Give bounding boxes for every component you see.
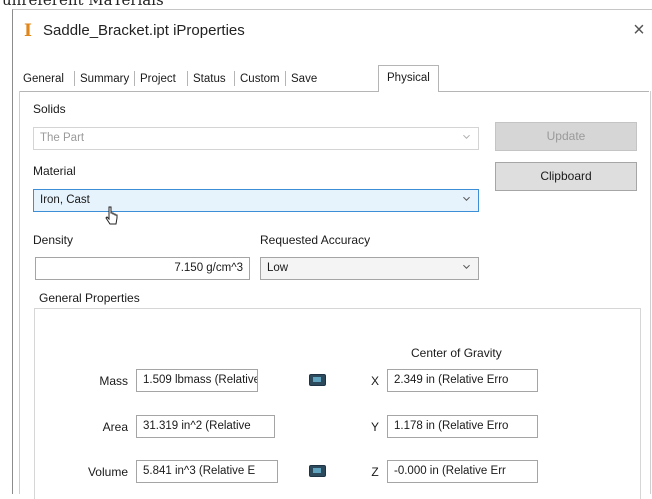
tab-status[interactable]: Status	[189, 69, 230, 89]
tab-divider	[285, 71, 286, 86]
inventor-part-icon: I	[24, 21, 32, 41]
mass-value: 1.509 lbmass (Relative	[143, 374, 258, 386]
tab-custom[interactable]: Custom	[236, 69, 284, 89]
accuracy-dropdown[interactable]: Low	[260, 257, 479, 280]
title-bar: I Saddle_Bracket.ipt iProperties ×	[13, 10, 652, 50]
area-label: Area	[102, 420, 128, 434]
tab-summary[interactable]: Summary	[76, 69, 133, 89]
material-value: Iron, Cast	[40, 194, 90, 206]
center-of-gravity-label: Center of Gravity	[411, 346, 502, 360]
accuracy-value: Low	[267, 262, 289, 274]
window-title: Saddle_Bracket.ipt iProperties	[43, 22, 245, 39]
mass-label: Mass	[99, 374, 128, 388]
volume-field[interactable]: 5.841 in^3 (Relative E	[136, 460, 278, 483]
background-text: unreferent MaTerials	[2, 0, 164, 9]
solids-dropdown[interactable]: The Part	[33, 127, 479, 150]
tab-physical[interactable]: Physical	[378, 65, 439, 92]
iproperties-dialog: I Saddle_Bracket.ipt iProperties × Gener…	[12, 9, 652, 499]
area-field[interactable]: 31.319 in^2 (Relative	[136, 415, 275, 438]
y-label: Y	[370, 420, 379, 434]
volume-label: Volume	[87, 465, 128, 479]
x-label: X	[370, 374, 379, 388]
tab-divider	[234, 71, 235, 86]
chevron-down-icon	[463, 196, 470, 201]
copy-icon[interactable]	[309, 465, 326, 477]
background-document-fragment: unreferent MaTerials	[0, 0, 652, 9]
copy-icon[interactable]	[309, 374, 326, 386]
volume-value: 5.841 in^3 (Relative E	[143, 465, 256, 477]
area-value: 31.319 in^2 (Relative	[143, 420, 251, 432]
requested-accuracy-label: Requested Accuracy	[260, 233, 371, 247]
solids-label: Solids	[33, 102, 66, 116]
tab-divider	[134, 71, 135, 86]
tab-strip: General Summary Project Status Custom Sa…	[19, 65, 639, 92]
mass-field[interactable]: 1.509 lbmass (Relative	[136, 369, 258, 392]
tab-save[interactable]: Save	[287, 69, 321, 89]
mouse-cursor-icon	[105, 206, 118, 225]
chevron-down-icon	[463, 264, 470, 269]
z-label: Z	[371, 465, 379, 479]
material-label: Material	[33, 164, 76, 178]
clipboard-button[interactable]: Clipboard	[495, 162, 637, 191]
material-dropdown[interactable]: Iron, Cast	[33, 189, 479, 212]
cog-z-value: -0.000 in (Relative Err	[394, 465, 506, 477]
general-properties-title: General Properties	[35, 291, 144, 305]
tab-divider	[74, 71, 75, 86]
tab-divider	[187, 71, 188, 86]
close-button[interactable]: ×	[627, 18, 651, 42]
chevron-down-icon	[463, 134, 470, 139]
density-label: Density	[33, 233, 74, 247]
tab-project[interactable]: Project	[136, 69, 180, 89]
cog-y-field[interactable]: 1.178 in (Relative Erro	[387, 415, 538, 438]
solids-value: The Part	[40, 132, 85, 144]
density-value: 7.150 g/cm^3	[174, 262, 243, 274]
cog-z-field[interactable]: -0.000 in (Relative Err	[387, 460, 538, 483]
tab-general[interactable]: General	[19, 69, 68, 89]
update-button[interactable]: Update	[495, 122, 637, 151]
cog-y-value: 1.178 in (Relative Erro	[394, 420, 509, 432]
density-field[interactable]: 7.150 g/cm^3	[35, 257, 250, 280]
cog-x-value: 2.349 in (Relative Erro	[394, 374, 509, 386]
cog-x-field[interactable]: 2.349 in (Relative Erro	[387, 369, 538, 392]
